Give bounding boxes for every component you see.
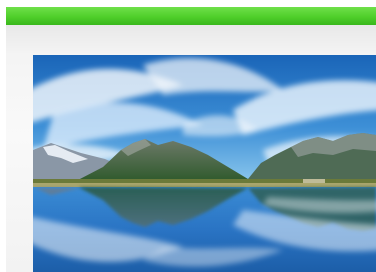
screen [0,0,376,272]
landscape-photo [33,55,376,272]
photo-svg [33,55,376,272]
top-bar [6,7,376,25]
